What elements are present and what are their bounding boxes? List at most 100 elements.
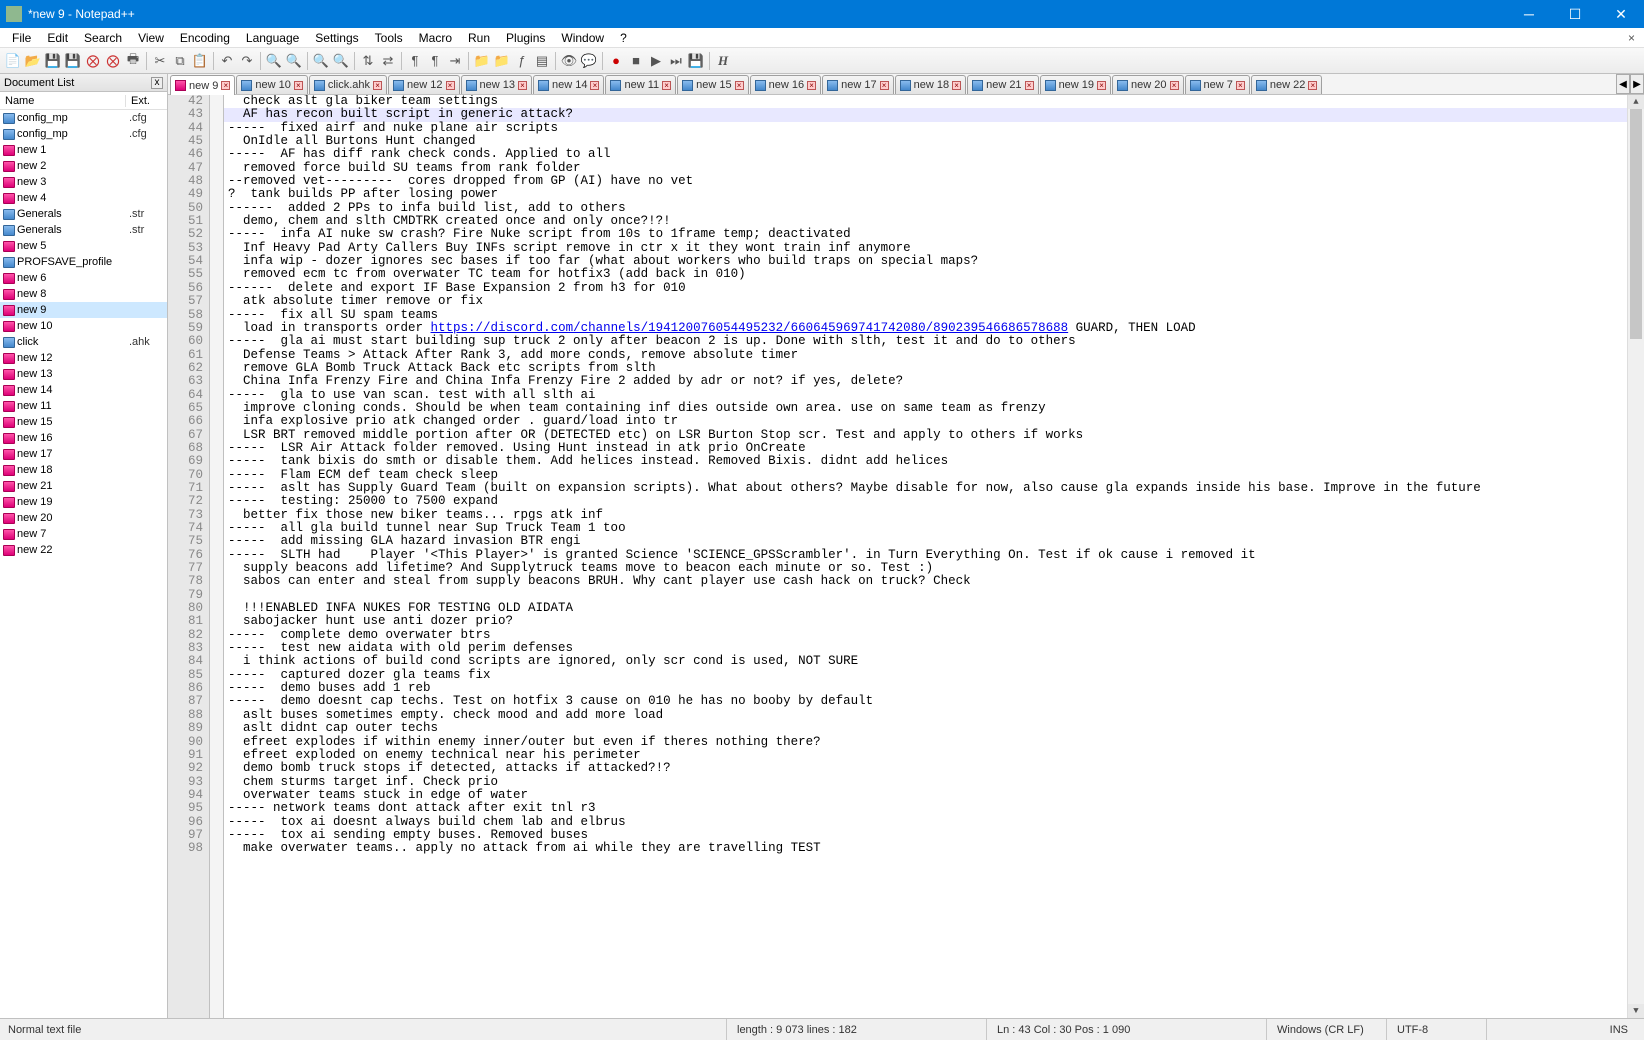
code-line[interactable]: ----- AF has diff rank check conds. Appl… [224, 148, 1627, 161]
document-list[interactable]: config_mp.cfgconfig_mp.cfgnew 1new 2new … [0, 110, 167, 1018]
code-line[interactable]: ----- fix all SU spam teams [224, 309, 1627, 322]
menu-macro[interactable]: Macro [411, 30, 460, 46]
col-ext[interactable]: Ext. [126, 95, 167, 107]
code-line[interactable]: i think actions of build cond scripts ar… [224, 655, 1627, 668]
tab-new-20[interactable]: new 20× [1112, 75, 1183, 94]
close-file-icon[interactable]: ⨂ [84, 52, 102, 70]
save-all-icon[interactable]: 💾 [64, 52, 82, 70]
code-line[interactable]: efreet explodes if within enemy inner/ou… [224, 736, 1627, 749]
folder-icon[interactable]: 📁 [473, 52, 491, 70]
tab-new-9[interactable]: new 9× [170, 75, 235, 95]
doclist-item[interactable]: new 2 [0, 158, 167, 174]
doclist-item[interactable]: new 21 [0, 478, 167, 494]
code-area[interactable]: check aslt gla biker team settings AF ha… [224, 95, 1627, 1018]
doclist-item[interactable]: new 14 [0, 382, 167, 398]
code-line[interactable]: better fix those new biker teams... rpgs… [224, 509, 1627, 522]
tab-new-19[interactable]: new 19× [1040, 75, 1111, 94]
tab-close-icon[interactable]: × [294, 81, 303, 90]
close-all-icon[interactable]: ⨂ [104, 52, 122, 70]
save-icon[interactable]: 💾 [44, 52, 62, 70]
code-line[interactable]: sabos can enter and steal from supply be… [224, 575, 1627, 588]
allchars-icon[interactable]: ¶ [426, 52, 444, 70]
doclist-item[interactable]: new 11 [0, 398, 167, 414]
code-line[interactable]: ----- tank bixis do smth or disable them… [224, 455, 1627, 468]
doclist-item[interactable]: Generals.str [0, 206, 167, 222]
comment-icon[interactable]: 💬 [580, 52, 598, 70]
code-line[interactable]: ----- SLTH had Player '<This Player>' is… [224, 549, 1627, 562]
paste-icon[interactable]: 📋 [191, 52, 209, 70]
doclist-item[interactable]: config_mp.cfg [0, 110, 167, 126]
tab-scroll-right[interactable]: ▶ [1630, 74, 1644, 94]
tab-new-11[interactable]: new 11× [605, 75, 676, 94]
code-line[interactable]: ? tank builds PP after losing power [224, 188, 1627, 201]
copy-icon[interactable]: ⧉ [171, 52, 189, 70]
replace-icon[interactable]: 🔍 [285, 52, 303, 70]
code-line[interactable]: removed force build SU teams from rank f… [224, 162, 1627, 175]
code-line[interactable]: ------ delete and export IF Base Expansi… [224, 282, 1627, 295]
doclist-item[interactable]: config_mp.cfg [0, 126, 167, 142]
doclist-item[interactable]: new 9 [0, 302, 167, 318]
code-line[interactable]: remove GLA Bomb Truck Attack Back etc sc… [224, 362, 1627, 375]
menu-?[interactable]: ? [612, 30, 635, 46]
tab-close-icon[interactable]: × [735, 81, 744, 90]
code-line[interactable]: atk absolute timer remove or fix [224, 295, 1627, 308]
doclist-item[interactable]: new 17 [0, 446, 167, 462]
code-line[interactable]: Defense Teams > Attack After Rank 3, add… [224, 349, 1627, 362]
tab-close-icon[interactable]: × [1236, 81, 1245, 90]
tab-new-17[interactable]: new 17× [822, 75, 893, 94]
find-icon[interactable]: 🔍 [265, 52, 283, 70]
doclist-item[interactable]: new 8 [0, 286, 167, 302]
doclist-item[interactable]: new 13 [0, 366, 167, 382]
editor[interactable]: 4243444546474849505152535455565758596061… [168, 95, 1644, 1018]
doclist-item[interactable]: new 5 [0, 238, 167, 254]
tab-close-icon[interactable]: × [662, 81, 671, 90]
code-line[interactable]: !!!ENABLED INFA NUKES FOR TESTING OLD AI… [224, 602, 1627, 615]
playmulti-icon[interactable]: ⏭ [667, 52, 685, 70]
doclist-item[interactable]: new 10 [0, 318, 167, 334]
tab-new-12[interactable]: new 12× [388, 75, 459, 94]
zoom-out-icon[interactable]: 🔍 [332, 52, 350, 70]
tab-close-icon[interactable]: × [1308, 81, 1317, 90]
cut-icon[interactable]: ✂ [151, 52, 169, 70]
code-line[interactable]: ----- captured dozer gla teams fix [224, 669, 1627, 682]
code-line[interactable]: ----- gla to use van scan. test with all… [224, 389, 1627, 402]
doclist-item[interactable]: new 6 [0, 270, 167, 286]
col-name[interactable]: Name [0, 95, 126, 107]
zoom-in-icon[interactable]: 🔍 [312, 52, 330, 70]
savemacro-icon[interactable]: 💾 [687, 52, 705, 70]
code-line[interactable]: efreet exploded on enemy technical near … [224, 749, 1627, 762]
tab-close-icon[interactable]: × [807, 81, 816, 90]
code-line[interactable]: ----- gla ai must start building sup tru… [224, 335, 1627, 348]
doclist-item[interactable]: Generals.str [0, 222, 167, 238]
menu-edit[interactable]: Edit [39, 30, 76, 46]
discord-link[interactable]: https://discord.com/channels/19412007605… [431, 321, 1069, 335]
scroll-down-icon[interactable]: ▼ [1628, 1004, 1644, 1018]
code-line[interactable]: supply beacons add lifetime? And Supplyt… [224, 562, 1627, 575]
code-line[interactable]: ----- network teams dont attack after ex… [224, 802, 1627, 815]
scroll-up-icon[interactable]: ▲ [1628, 95, 1644, 109]
code-line[interactable]: check aslt gla biker team settings [224, 95, 1627, 108]
tab-close-icon[interactable]: × [373, 81, 382, 90]
menu-window[interactable]: Window [553, 30, 612, 46]
funclist-icon[interactable]: ƒ [513, 52, 531, 70]
code-line[interactable]: chem sturms target inf. Check prio [224, 776, 1627, 789]
tab-close-icon[interactable]: × [1097, 81, 1106, 90]
tab-new-7[interactable]: new 7× [1185, 75, 1250, 94]
doclist-item[interactable]: click.ahk [0, 334, 167, 350]
code-line[interactable]: sabojacker hunt use anti dozer prio? [224, 615, 1627, 628]
tab-new-18[interactable]: new 18× [895, 75, 966, 94]
menu-settings[interactable]: Settings [307, 30, 366, 46]
code-line[interactable]: China Infa Frenzy Fire and China Infa Fr… [224, 375, 1627, 388]
doclist-item[interactable]: new 7 [0, 526, 167, 542]
menu-run[interactable]: Run [460, 30, 498, 46]
code-line[interactable]: aslt buses sometimes empty. check mood a… [224, 709, 1627, 722]
doclist-item[interactable]: new 3 [0, 174, 167, 190]
panel-columns[interactable]: Name Ext. [0, 92, 167, 110]
menu-search[interactable]: Search [76, 30, 130, 46]
doclist-item[interactable]: new 19 [0, 494, 167, 510]
tab-new-15[interactable]: new 15× [677, 75, 748, 94]
tab-close-icon[interactable]: × [1170, 81, 1179, 90]
doclist-item[interactable]: new 20 [0, 510, 167, 526]
open-file-icon[interactable]: 📂 [24, 52, 42, 70]
doclist-item[interactable]: new 18 [0, 462, 167, 478]
